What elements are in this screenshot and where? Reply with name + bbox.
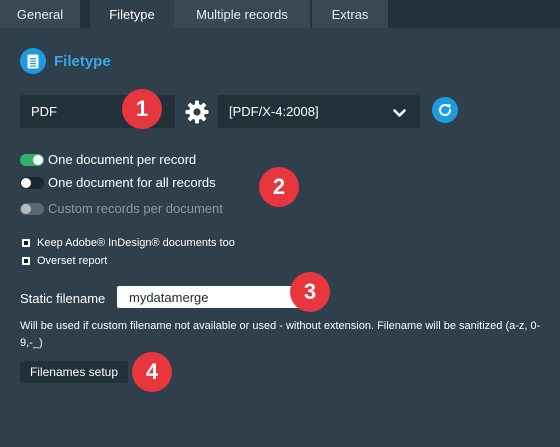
tab-general[interactable]: General	[0, 0, 80, 28]
filetype-value: PDF	[31, 104, 57, 119]
tab-extras[interactable]: Extras	[312, 0, 388, 28]
badge-number: 3	[303, 279, 317, 304]
toggle-label: One document per record	[48, 152, 197, 167]
checkbox-overset-report[interactable]: Overset report	[22, 255, 107, 267]
section-header: Filetype	[20, 48, 111, 74]
tab-filetype[interactable]: Filetype	[90, 0, 174, 28]
checkbox-indicator[interactable]	[22, 239, 30, 247]
toggle-off-indicator[interactable]	[20, 176, 44, 189]
badge-number: 1	[135, 96, 149, 121]
filename-help-text: Will be used if custom filename not avai…	[20, 320, 541, 349]
toggle-disabled-indicator[interactable]	[20, 202, 44, 215]
step-badge-3: 3	[290, 272, 330, 312]
static-filename-input[interactable]: mydatamerge	[117, 286, 307, 308]
gear-icon[interactable]	[184, 99, 210, 125]
document-icon	[20, 48, 46, 74]
section-title: Filetype	[54, 52, 111, 70]
static-filename-value: mydatamerge	[129, 289, 209, 305]
tab-label: Multiple records	[196, 6, 288, 22]
checkbox-indicator[interactable]	[22, 257, 30, 265]
chevron-down-icon	[393, 106, 406, 121]
static-filename-label: Static filename	[20, 291, 106, 306]
tab-label: General	[16, 6, 64, 22]
checkbox-keep-indesign[interactable]: Keep Adobe® InDesign® documents too	[22, 237, 235, 249]
toggle-row-per-record[interactable]: One document per record	[20, 152, 196, 167]
badge-number: 4	[145, 359, 159, 384]
tab-label: Filetype	[109, 6, 155, 22]
tab-bar: General Filetype Multiple records Extras	[0, 0, 560, 28]
step-badge-1: 1	[122, 89, 162, 129]
tab-multiple-records[interactable]: Multiple records	[174, 0, 310, 28]
button-label: Filenames setup	[29, 365, 119, 379]
badge-number: 2	[272, 174, 286, 199]
toggle-row-custom-records[interactable]: Custom records per document	[20, 201, 223, 216]
step-badge-4: 4	[132, 352, 172, 392]
pdf-standard-value: [PDF/X-4:2008]	[229, 104, 319, 119]
toggle-row-all-records[interactable]: One document for all records	[20, 175, 216, 190]
tab-label: Extras	[331, 6, 369, 22]
filenames-setup-button[interactable]: Filenames setup	[20, 361, 128, 383]
toggle-label: Custom records per document	[48, 201, 223, 216]
pdf-standard-select[interactable]: [PDF/X-4:2008]	[218, 95, 420, 128]
toggle-label: One document for all records	[48, 175, 216, 190]
step-badge-2: 2	[259, 167, 299, 207]
checkbox-label: Keep Adobe® InDesign® documents too	[37, 237, 235, 249]
refresh-icon[interactable]	[432, 97, 458, 123]
toggle-on-indicator[interactable]	[20, 153, 44, 166]
checkbox-label: Overset report	[37, 255, 108, 267]
